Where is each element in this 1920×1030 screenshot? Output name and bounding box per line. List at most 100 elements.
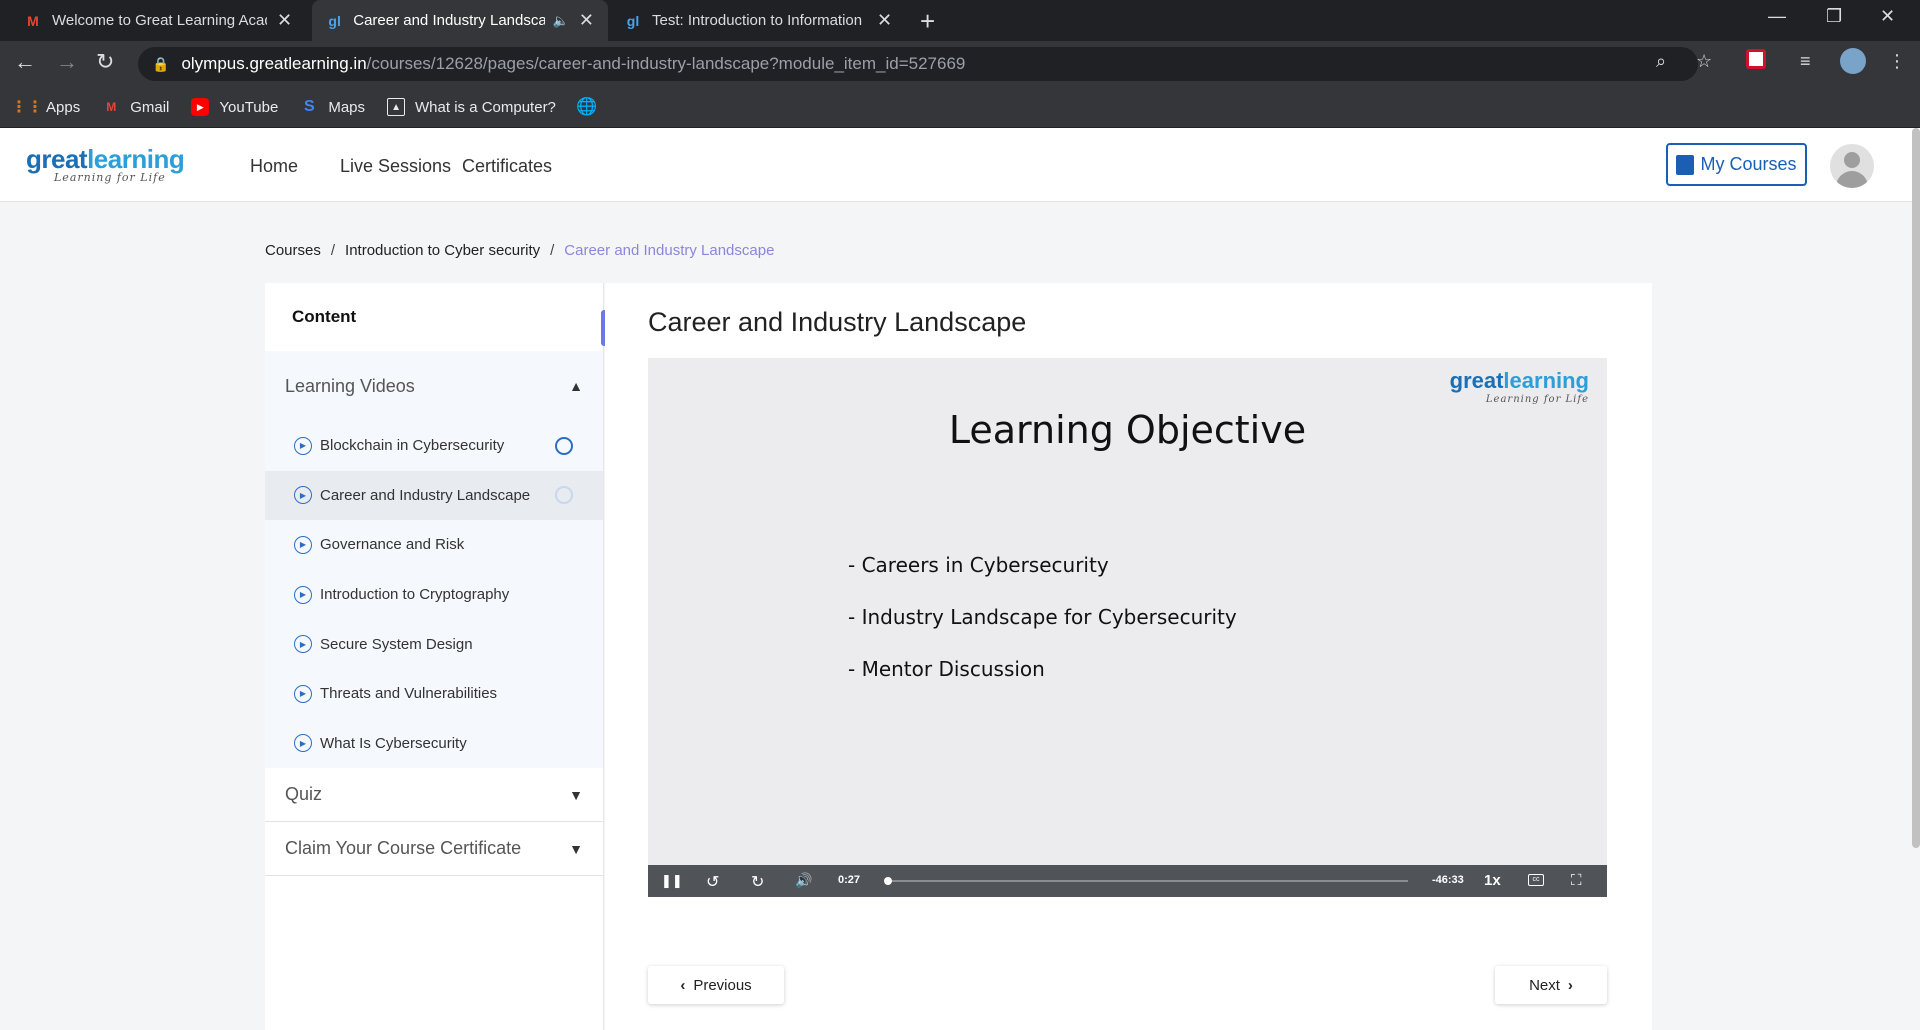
lesson-item[interactable]: ▶ Blockchain in Cybersecurity — [265, 421, 603, 471]
lesson-label: Threats and Vulnerabilities — [320, 685, 498, 703]
section-label: Learning Videos — [285, 375, 415, 396]
progress-knob[interactable] — [884, 877, 892, 885]
forward-icon[interactable]: ↻ — [751, 872, 764, 892]
address-bar[interactable]: 🔒 olympus.greatlearning.in/courses/12628… — [138, 47, 1698, 81]
chevron-down-icon[interactable]: ▼ — [569, 841, 583, 857]
next-label: Next — [1529, 976, 1560, 994]
bookmark-gmail[interactable]: M Gmail — [102, 98, 169, 116]
completion-circle-icon — [555, 486, 573, 505]
bookmark-apps[interactable]: ⋮⋮ Apps — [11, 98, 80, 117]
breadcrumb-course[interactable]: Introduction to Cyber security — [345, 242, 540, 259]
speaker-icon[interactable]: 🔈 — [553, 13, 569, 29]
previous-label: Previous — [693, 976, 752, 994]
close-icon[interactable]: ✕ — [277, 10, 292, 31]
playback-speed[interactable]: 1x — [1484, 872, 1501, 889]
restore-icon[interactable]: ❐ — [1826, 6, 1842, 27]
slide-bullet: - Industry Landscape for Cybersecurity — [848, 605, 1237, 629]
play-circle-icon: ▶ — [294, 436, 312, 455]
play-circle-icon: ▶ — [294, 535, 312, 554]
avatar-head — [1844, 152, 1860, 168]
video-player[interactable]: greatlearning Learning for Life Learning… — [648, 358, 1607, 897]
volume-icon[interactable]: 🔊 — [795, 872, 812, 889]
pause-icon[interactable]: ❚❚ — [661, 873, 683, 889]
back-arrow-icon[interactable]: ← — [14, 49, 36, 75]
logo-accent: learning — [87, 144, 185, 174]
window-close-icon[interactable]: ✕ — [1880, 6, 1895, 27]
next-button[interactable]: Next › — [1495, 966, 1607, 1004]
section-learning-videos[interactable]: Learning Videos ▲ — [265, 351, 603, 421]
lesson-list: ▶ Blockchain in Cybersecurity ▶ Career a… — [265, 421, 603, 769]
bookmark-label: YouTube — [219, 98, 279, 116]
profile-avatar-icon[interactable] — [1840, 48, 1866, 74]
lesson-label: Secure System Design — [320, 635, 473, 653]
video-logo-main: great — [1449, 368, 1504, 393]
lesson-item[interactable]: ▶ Governance and Risk — [265, 520, 603, 570]
nav-certificates[interactable]: Certificates — [462, 156, 552, 177]
main-content: Career and Industry Landscape greatlearn… — [605, 283, 1652, 1030]
nav-home[interactable]: Home — [250, 156, 298, 177]
section-certificate[interactable]: Claim Your Course Certificate ▼ — [265, 822, 603, 877]
lesson-label: Governance and Risk — [320, 536, 465, 554]
breadcrumb-separator: / — [550, 242, 555, 259]
lesson-item[interactable]: ▶ Threats and Vulnerabilities — [265, 669, 603, 719]
forward-arrow-icon[interactable]: → — [56, 49, 78, 75]
tab-gmail[interactable]: M Welcome to Great Learning Acad ✕ — [10, 0, 310, 41]
time-remaining: -46:33 — [1432, 874, 1464, 886]
progress-bar[interactable] — [884, 877, 1408, 885]
logo-tagline: Learning for Life — [54, 171, 166, 184]
new-tab-icon[interactable]: + — [920, 6, 935, 37]
rewind-icon[interactable]: ↺ — [706, 872, 719, 892]
zoom-icon[interactable]: ⌕ — [1656, 51, 1666, 72]
lesson-item[interactable]: ▶ Introduction to Cryptography — [265, 570, 603, 620]
tab-test-intro[interactable]: gl Test: Introduction to Information ✕ — [610, 0, 908, 41]
gmail-icon: M — [27, 12, 39, 29]
captions-icon[interactable]: cc — [1528, 874, 1544, 886]
lock-icon: 🔒 — [152, 55, 170, 72]
minimize-icon[interactable]: — — [1768, 6, 1786, 27]
lesson-item[interactable]: ▶ What Is Cybersecurity — [265, 719, 603, 769]
chevron-left-icon: ‹ — [680, 976, 686, 994]
play-circle-icon: ▶ — [294, 684, 312, 703]
url-host: olympus.greatlearning.in — [181, 54, 367, 73]
lesson-item[interactable]: ▶ Secure System Design — [265, 619, 603, 669]
tab-title: Test: Introduction to Information — [652, 12, 863, 29]
previous-button[interactable]: ‹ Previous — [648, 966, 784, 1004]
bookmark-what-is-computer[interactable]: ▲ What is a Computer? — [387, 98, 556, 116]
avatar-body — [1836, 171, 1868, 188]
bookmark-maps[interactable]: S Maps — [300, 98, 365, 116]
browser-toolbar: ← → ↻ 🔒 olympus.greatlearning.in/courses… — [0, 41, 1920, 87]
tab-title: Career and Industry Landscape — [353, 12, 545, 29]
pocket-extension-icon[interactable] — [1746, 49, 1766, 69]
play-circle-icon: ▶ — [294, 585, 312, 604]
breadcrumb-courses[interactable]: Courses — [265, 242, 321, 259]
section-quiz[interactable]: Quiz ▼ — [265, 768, 603, 823]
close-icon[interactable]: ✕ — [579, 10, 594, 31]
fullscreen-icon[interactable]: ⛶ — [1571, 872, 1582, 889]
video-logo-accent: learning — [1503, 368, 1589, 393]
slide-title: Learning Objective — [948, 408, 1307, 452]
close-icon[interactable]: ✕ — [877, 10, 892, 31]
nav-live-sessions[interactable]: Live Sessions — [340, 156, 451, 177]
star-icon[interactable]: ☆ — [1696, 51, 1712, 72]
video-controls: ❚❚ ↺ ↻ 🔊 0:27 -46:33 1x cc ⛶ — [648, 865, 1607, 897]
user-avatar[interactable] — [1830, 144, 1874, 188]
bookmark-youtube[interactable]: ▶ YouTube — [191, 98, 278, 116]
reload-icon[interactable]: ↻ — [96, 49, 114, 75]
chevron-down-icon[interactable]: ▼ — [569, 787, 583, 803]
section-label: Claim Your Course Certificate — [285, 838, 522, 859]
lesson-label: What Is Cybersecurity — [320, 734, 467, 752]
section-label: Quiz — [285, 784, 323, 805]
lesson-label: Career and Industry Landscape — [320, 486, 531, 504]
bookmark-globe[interactable]: 🌐 — [576, 97, 606, 116]
lesson-item-active[interactable]: ▶ Career and Industry Landscape — [265, 470, 603, 521]
my-courses-button[interactable]: My Courses — [1666, 143, 1807, 186]
page-scrollbar[interactable] — [1912, 128, 1920, 848]
media-controls-icon[interactable]: ≡ — [1800, 51, 1811, 72]
greatlearning-logo[interactable]: greatlearning Learning for Life — [26, 144, 185, 184]
completion-circle-icon — [555, 436, 573, 455]
chevron-up-icon[interactable]: ▲ — [569, 378, 583, 394]
menu-kebab-icon[interactable]: ⋮ — [1888, 51, 1906, 72]
tab-career-landscape[interactable]: gl Career and Industry Landscape 🔈 ✕ — [312, 0, 608, 41]
breadcrumb-separator: / — [330, 242, 336, 259]
url-path: /courses/12628/pages/career-and-industry… — [366, 54, 966, 73]
